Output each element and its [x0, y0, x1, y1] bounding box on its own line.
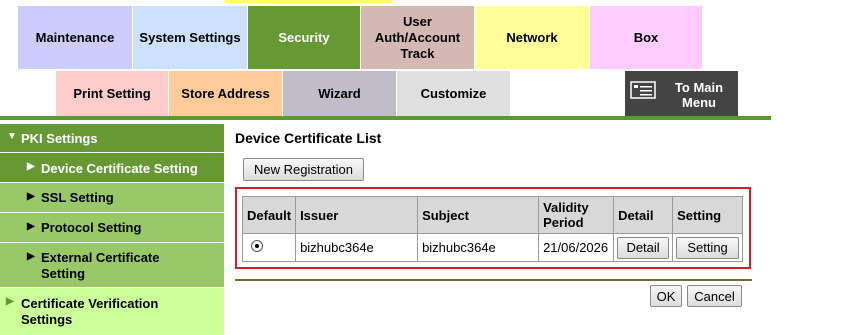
tab-maintenance[interactable]: Maintenance	[18, 6, 132, 69]
table-row: bizhubc364e bizhubc364e 21/06/2026 Detai…	[241, 233, 744, 262]
sidebar-item-protocol-setting[interactable]: ▶ Protocol Setting	[0, 213, 224, 242]
default-cell	[241, 233, 297, 262]
sidebar-item-label: Protocol Setting	[41, 220, 142, 235]
default-radio[interactable]	[251, 240, 263, 252]
tab-print-setting[interactable]: Print Setting	[56, 71, 168, 117]
page-title: Device Certificate List	[235, 130, 382, 146]
column-header-detail: Detail	[613, 196, 674, 234]
sidebar-item-label: SSL Setting	[41, 190, 114, 205]
table-header-row: Default Issuer Subject Validity Period D…	[241, 196, 744, 234]
cancel-button[interactable]: Cancel	[687, 285, 742, 307]
header-divider	[0, 116, 771, 120]
setting-cell: Setting	[672, 233, 744, 262]
tab-box[interactable]: Box	[590, 6, 702, 69]
detail-button[interactable]: Detail	[617, 236, 670, 259]
column-header-validity-period: Validity Period	[538, 196, 615, 234]
new-registration-button[interactable]: New Registration	[243, 158, 364, 181]
tab-security[interactable]: Security	[248, 6, 360, 69]
tab-network[interactable]: Network	[475, 6, 589, 69]
triangle-right-icon: ▶	[27, 221, 35, 232]
ok-button[interactable]: OK	[650, 285, 682, 307]
tab-wizard[interactable]: Wizard	[283, 71, 396, 117]
sidebar-item-certificate-verification-settings[interactable]: ▶ Certificate Verification Settings	[0, 288, 224, 335]
sidebar-item-device-certificate-setting[interactable]: ▶ Device Certificate Setting	[0, 153, 224, 182]
column-header-setting: Setting	[672, 196, 744, 234]
sidebar-item-label: Certificate Verification Settings	[21, 296, 159, 327]
sidebar-section-label: PKI Settings	[21, 131, 98, 146]
triangle-right-icon: ▶	[6, 296, 14, 307]
to-main-menu-button[interactable]: To Main Menu	[625, 71, 738, 116]
triangle-down-icon: ▼	[7, 131, 17, 142]
triangle-right-icon: ▶	[27, 191, 35, 202]
column-header-subject: Subject	[417, 196, 540, 234]
sidebar-item-label: Device Certificate Setting	[41, 161, 198, 176]
triangle-right-icon: ▶	[27, 251, 35, 262]
tab-system-settings[interactable]: System Settings	[133, 6, 247, 69]
tab-customize[interactable]: Customize	[397, 71, 510, 117]
main-menu-icon	[630, 81, 656, 102]
to-main-menu-label: To Main Menu	[674, 80, 724, 110]
sidebar-section-pki-settings[interactable]: ▼ PKI Settings	[0, 124, 224, 152]
tab-user-auth-account-track[interactable]: User Auth/Account Track	[361, 6, 474, 69]
subject-cell: bizhubc364e	[417, 233, 540, 262]
sidebar-item-ssl-setting[interactable]: ▶ SSL Setting	[0, 183, 224, 212]
certificate-table: Default Issuer Subject Validity Period D…	[241, 196, 744, 262]
triangle-right-icon: ▶	[27, 161, 35, 172]
sidebar-item-external-certificate-setting[interactable]: ▶ External Certificate Setting	[0, 243, 224, 287]
content-divider	[235, 279, 752, 281]
setting-button[interactable]: Setting	[676, 236, 740, 259]
top-accent-strip	[225, 0, 393, 3]
sidebar-item-label: External Certificate Setting	[41, 250, 160, 281]
column-header-default: Default	[241, 196, 297, 234]
column-header-issuer: Issuer	[295, 196, 419, 234]
tab-store-address[interactable]: Store Address	[169, 71, 282, 117]
validity-cell: 21/06/2026	[538, 233, 615, 262]
issuer-cell: bizhubc364e	[295, 233, 419, 262]
detail-cell: Detail	[613, 233, 674, 262]
